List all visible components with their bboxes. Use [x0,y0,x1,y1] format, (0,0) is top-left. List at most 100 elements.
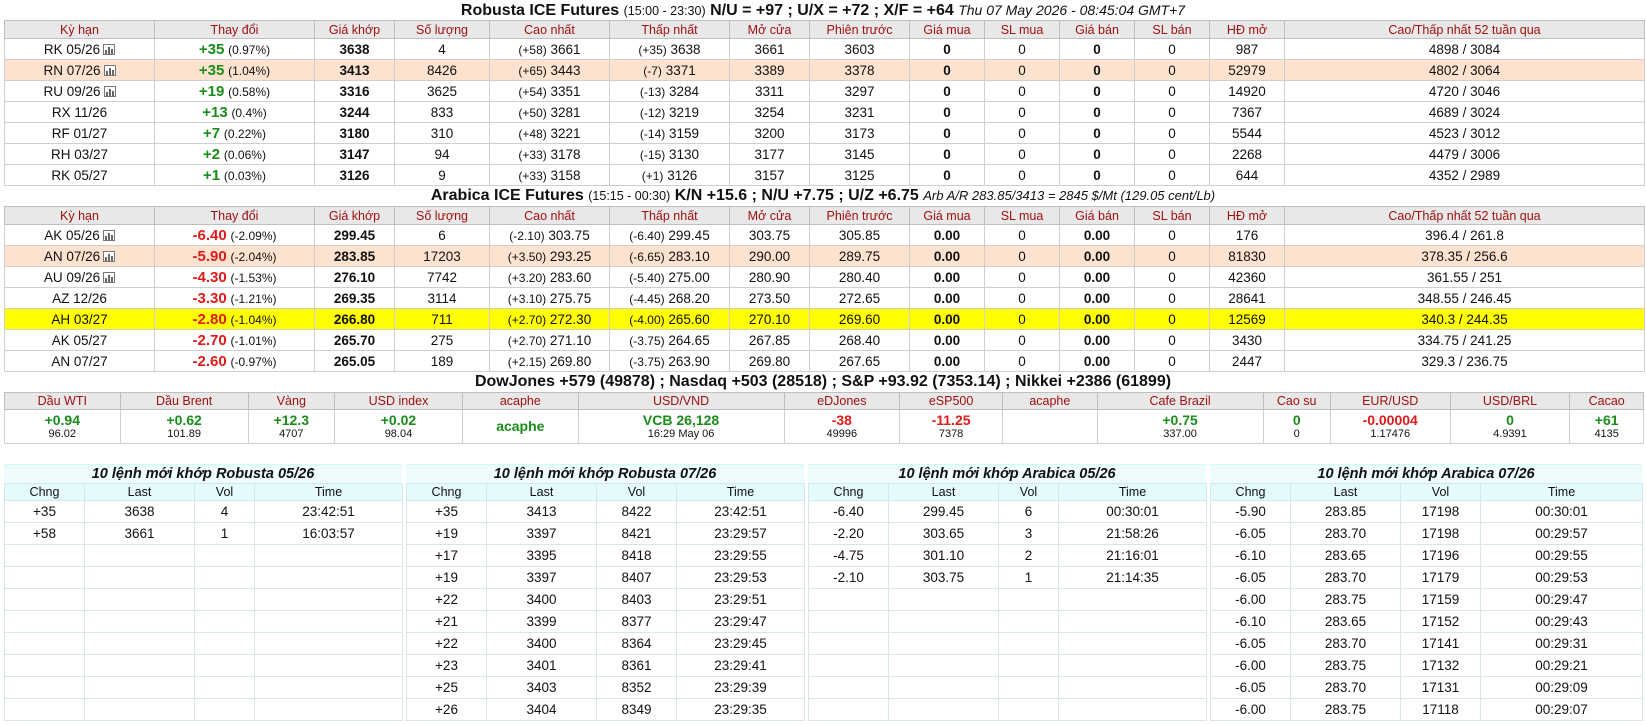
term-cell[interactable]: AH 03/27 [4,308,155,330]
chart-icon[interactable] [102,230,115,242]
wk52-range: 329.3 / 236.75 [1284,350,1645,372]
trade-col-header: Time [254,483,403,501]
term-label[interactable]: RK 05/27 [51,168,107,183]
last-price: 3126 [314,164,395,186]
term-label[interactable]: AU 09/26 [44,270,100,285]
trade-col-header: Vol [998,483,1059,501]
trade-header-row: Chng Last Vol Time [406,483,805,501]
index-cell[interactable]: +0.94 96.02 [4,409,121,444]
col-header: Giá bán [1059,20,1135,39]
contract-row[interactable]: AU 09/26 -4.30 (-1.53%) 276.10 7742 (+3.20) … [4,266,1645,288]
index-cell[interactable]: +0.02 98.04 [333,409,464,444]
term-cell[interactable]: RN 07/26 [4,59,155,81]
term-label[interactable]: AN 07/26 [44,249,100,264]
index-cell[interactable]: 00 [1262,409,1331,444]
trade-block: 10 lệnh mới khớp Robusta 07/26 Chng Last Vo… [406,464,805,721]
wk52-range: 4523 / 3012 [1284,122,1645,144]
term-label[interactable]: RU 09/26 [43,84,100,99]
contract-row[interactable]: AZ 12/26 -3.30 (-1.21%) 269.35 3114 (+3.10) … [4,287,1645,309]
low-cell: (-5.40) 275.00 [609,266,730,288]
term-cell[interactable]: RF 01/27 [4,122,155,144]
index-cell[interactable]: -0.00004 1.17476 [1329,409,1451,444]
open-interest: 81830 [1209,245,1285,267]
trade-block-title: 10 lệnh mới khớp Robusta 05/26 [4,464,402,483]
contract-row[interactable]: RK 05/26 +35 (0.97%) 3638 4 (+58) 3661 (+35) … [4,38,1645,60]
col-header: Thay đổi [154,20,315,39]
last-price: 269.35 [314,287,395,309]
index-name: USD/BRL [1449,392,1571,410]
chart-icon[interactable] [103,251,116,263]
trade-row: +35 3638 4 23:42:51 [4,500,403,523]
index-cell[interactable]: -38 49996 [783,409,901,444]
term-label[interactable]: RK 05/26 [44,42,100,57]
term-cell[interactable]: AN 07/27 [4,350,155,372]
term-cell[interactable]: RX 11/26 [4,101,155,123]
contract-row[interactable]: RF 01/27 +7 (0.22%) 3180 310 (+48) 3221 (-14)… [4,122,1645,144]
prev-price: 289.75 [809,245,910,267]
term-cell[interactable]: AK 05/26 [4,224,155,246]
chart-icon[interactable] [103,86,116,98]
index-name: Dầu WTI [4,392,121,410]
term-label[interactable]: AZ 12/26 [52,291,107,306]
term-label[interactable]: RX 11/26 [52,105,107,120]
high-cell: (+33) 3178 [489,143,610,165]
trade-cell: +35 [406,500,487,523]
trade-cell-empty [808,654,889,677]
change-value: +2 [203,145,221,163]
index-cell[interactable]: +0.62 101.89 [119,409,249,444]
chart-icon[interactable] [103,65,116,77]
contract-row[interactable]: RX 11/26 +13 (0.4%) 3244 833 (+50) 3281 (-12)… [4,101,1645,123]
col-header: Kỳ hạn [4,20,155,39]
contract-row[interactable]: AK 05/26 -6.40 (-2.09%) 299.45 6 (-2.10) 303… [4,224,1645,246]
trade-col-header: Last [888,483,999,501]
high-cell: (+54) 3351 [489,80,610,102]
contract-row[interactable]: AN 07/27 -2.60 (-0.97%) 265.05 189 (+2.15) 2… [4,350,1645,372]
high-cell: (+48) 3221 [489,122,610,144]
term-cell[interactable]: RH 03/27 [4,143,155,165]
chart-icon[interactable] [103,44,116,56]
term-cell[interactable]: RU 09/26 [4,80,155,102]
term-label[interactable]: AH 03/27 [51,312,107,327]
contract-row[interactable]: RH 03/27 +2 (0.06%) 3147 94 (+33) 3178 (-15) … [4,143,1645,165]
trade-cell-empty [254,632,403,655]
index-cell[interactable]: VCB 26,128 16:29 May 06 [577,409,785,444]
term-cell[interactable]: AN 07/26 [4,245,155,267]
contract-row[interactable]: AH 03/27 -2.80 (-1.04%) 266.80 711 (+2.70) 2… [4,308,1645,330]
term-label[interactable]: RH 03/27 [51,147,108,162]
index-cell[interactable] [1002,409,1098,444]
index-cell[interactable]: 0 4.9391 [1449,409,1571,444]
index-cell[interactable]: +12.3 4707 [247,409,335,444]
term-cell[interactable]: RK 05/27 [4,164,155,186]
trade-cell: -4.75 [808,544,889,567]
index-cell[interactable]: acaphe [462,409,579,444]
high-value: 303.75 [548,227,590,243]
contract-row[interactable]: RK 05/27 +1 (0.03%) 3126 9 (+33) 3158 (+1) 31… [4,164,1645,186]
index-cell[interactable]: +0.75 337.00 [1096,409,1264,444]
arabica-table: Kỳ hạn Thay đổi Giá khớp Số lượng Cao nhất Th… [4,206,1645,372]
term-label[interactable]: RN 07/26 [43,63,100,78]
contract-row[interactable]: AN 07/26 -5.90 (-2.04%) 283.85 17203 (+3.50)… [4,245,1645,267]
term-label[interactable]: AK 05/27 [52,333,108,348]
open-price: 3389 [729,59,810,81]
col-header: Giá khớp [314,206,395,225]
contract-row[interactable]: RN 07/26 +35 (1.04%) 3413 8426 (+65) 3443 (-7… [4,59,1645,81]
term-cell[interactable]: AK 05/27 [4,329,155,351]
low-value: 3159 [669,125,700,141]
trade-cell: 3400 [486,588,597,611]
trade-row [4,566,403,589]
col-header: Thấp nhất [609,20,730,39]
term-cell[interactable]: AU 09/26 [4,266,155,288]
term-cell[interactable]: RK 05/26 [4,38,155,60]
contract-row[interactable]: AK 05/27 -2.70 (-1.01%) 265.70 275 (+2.70) 2… [4,329,1645,351]
col-header: SL bán [1134,206,1210,225]
chart-icon[interactable] [103,272,116,284]
index-cell[interactable]: -11.25 7378 [899,409,1004,444]
term-label[interactable]: AK 05/26 [44,228,100,243]
term-cell[interactable]: AZ 12/26 [4,287,155,309]
contract-row[interactable]: RU 09/26 +19 (0.58%) 3316 3625 (+54) 3351 (-1… [4,80,1645,102]
prev-price: 3603 [809,38,910,60]
term-label[interactable]: AN 07/27 [51,354,107,369]
term-label[interactable]: RF 01/27 [52,126,108,141]
index-cell[interactable]: +61 4135 [1569,409,1644,444]
ask-price: 0 [1059,38,1135,60]
